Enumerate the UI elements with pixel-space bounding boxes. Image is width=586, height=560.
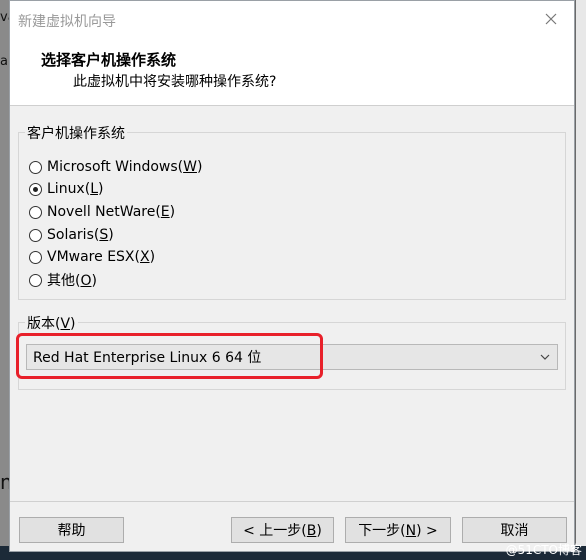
wizard-header: 选择客户机操作系统 此虚拟机中将安装哪种操作系统? bbox=[10, 37, 574, 106]
cancel-button[interactable]: 取消 bbox=[462, 517, 567, 543]
background-right bbox=[576, 0, 586, 560]
red-highlight-annotation bbox=[16, 333, 323, 379]
version-legend: 版本(V) bbox=[25, 313, 78, 333]
os-option-solaris[interactable]: Solaris(S) bbox=[29, 225, 114, 245]
radio-button[interactable] bbox=[29, 228, 42, 242]
radio-button[interactable] bbox=[29, 205, 42, 219]
new-vm-wizard-dialog: 新建虚拟机向导 选择客户机操作系统 此虚拟机中将安装哪种操作系统? 客户机操作系… bbox=[9, 0, 575, 552]
version-group: 版本(V) Red Hat Enterprise Linux 6 64 位 bbox=[16, 313, 566, 390]
watermark: @51CTO博客 bbox=[505, 543, 582, 557]
os-option-label: Microsoft Windows(W) bbox=[47, 159, 203, 175]
guest-os-legend: 客户机操作系统 bbox=[25, 123, 127, 143]
next-button[interactable]: 下一步(N) > bbox=[345, 517, 451, 543]
page-subtitle: 此虚拟机中将安装哪种操作系统? bbox=[73, 74, 277, 90]
radio-button[interactable] bbox=[29, 250, 42, 264]
os-option-vmware-esx[interactable]: VMware ESX(X) bbox=[29, 247, 155, 267]
os-option-windows[interactable]: Microsoft Windows(W) bbox=[29, 157, 202, 177]
os-option-other[interactable]: 其他(O) bbox=[29, 270, 97, 290]
footer-divider bbox=[10, 501, 574, 502]
os-option-label: VMware ESX(X) bbox=[47, 249, 156, 265]
back-button[interactable]: < 上一步(B) bbox=[231, 517, 334, 543]
guest-os-group: 客户机操作系统 Microsoft Windows(W) Linux(L) No… bbox=[18, 123, 566, 300]
window-title: 新建虚拟机向导 bbox=[18, 14, 116, 30]
os-option-label: Novell NetWare(E) bbox=[47, 204, 176, 220]
os-option-label: Solaris(S) bbox=[47, 227, 114, 243]
back-button-label: < 上一步(B) bbox=[243, 523, 322, 539]
next-button-label: 下一步(N) > bbox=[358, 523, 438, 539]
cancel-button-label: 取消 bbox=[500, 523, 529, 539]
page-title: 选择客户机操作系统 bbox=[41, 51, 177, 69]
os-option-label: 其他(O) bbox=[47, 273, 97, 289]
chevron-down-icon bbox=[540, 354, 550, 360]
title-bar: 新建虚拟机向导 bbox=[10, 1, 574, 37]
close-button[interactable] bbox=[528, 1, 574, 37]
radio-button[interactable] bbox=[29, 273, 42, 287]
close-icon bbox=[545, 13, 557, 25]
radio-button[interactable] bbox=[29, 160, 42, 174]
os-option-linux[interactable]: Linux(L) bbox=[29, 179, 103, 199]
help-button-label: 帮助 bbox=[57, 523, 86, 539]
os-option-label: Linux(L) bbox=[47, 181, 104, 197]
help-button[interactable]: 帮助 bbox=[19, 517, 124, 543]
os-option-netware[interactable]: Novell NetWare(E) bbox=[29, 202, 175, 222]
radio-button-checked[interactable] bbox=[29, 182, 42, 196]
